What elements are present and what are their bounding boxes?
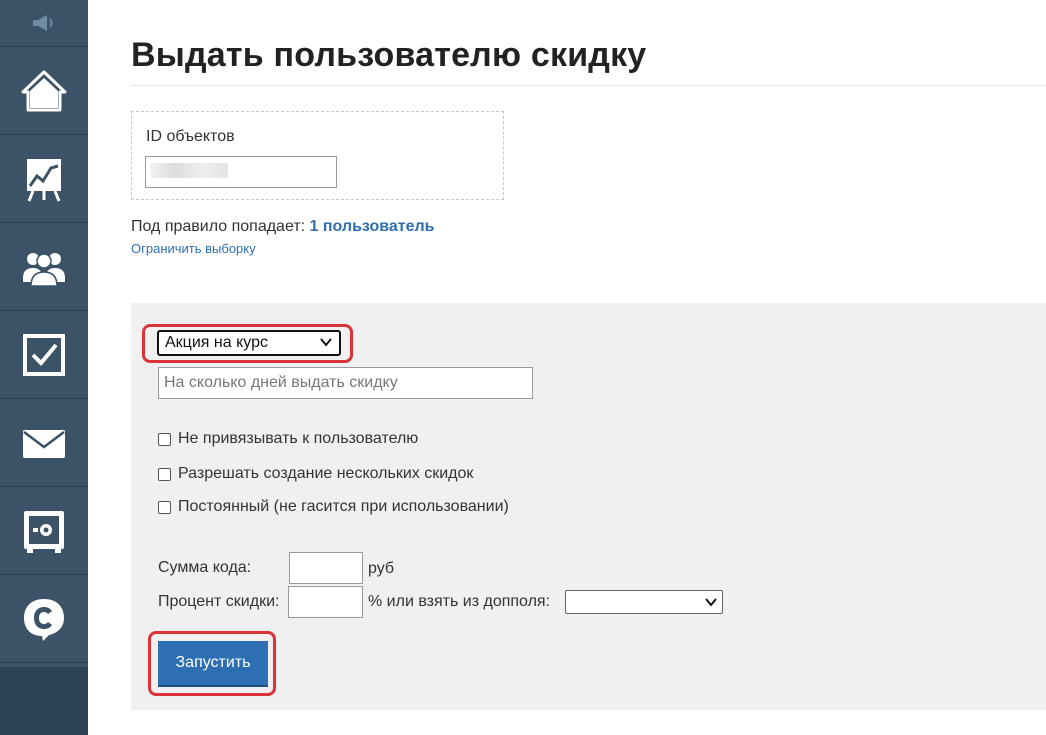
mail-icon (23, 429, 65, 458)
unbind-user-checkbox[interactable] (158, 432, 171, 446)
run-button[interactable]: Запустить (158, 641, 268, 685)
amount-input[interactable] (289, 552, 363, 584)
chevron-down-icon (320, 338, 332, 347)
percent-suffix: % или взять из допполя: (368, 593, 551, 610)
sidebar-item-users[interactable] (0, 223, 88, 311)
amount-label: Сумма кода: (158, 559, 252, 576)
checkbox-row-permanent[interactable]: Постоянный (не гасится при использовании… (158, 498, 509, 516)
rule-summary-label: Под правило попадает: (131, 218, 306, 235)
discount-days-input[interactable]: На сколько дней выдать скидку (158, 367, 533, 399)
object-ids-label: ID объектов (146, 128, 235, 145)
extra-field-select[interactable] (565, 590, 723, 614)
sidebar-item-chat[interactable] (0, 575, 88, 663)
checkbox-row-unbind[interactable]: Не привязывать к пользователю (158, 430, 418, 448)
sidebar-item-messages[interactable] (0, 399, 88, 487)
amount-unit: руб (368, 560, 395, 577)
sidebar-item-sales[interactable] (0, 487, 88, 575)
sidebar-footer (0, 667, 88, 735)
redacted-value (150, 163, 228, 178)
allow-multiple-label: Разрешать создание нескольких скидок (178, 465, 474, 482)
rule-summary: Под правило попадает: 1 пользователь (131, 218, 435, 236)
sidebar-item-tasks[interactable] (0, 311, 88, 399)
sidebar-item-announcements[interactable] (0, 0, 88, 47)
unbind-user-label: Не привязывать к пользователю (178, 430, 419, 447)
safe-icon (24, 510, 64, 553)
users-count-link[interactable]: 1 пользователь (310, 218, 435, 235)
sidebar-item-home[interactable] (0, 47, 88, 135)
percent-input[interactable] (288, 586, 363, 618)
discount-type-select[interactable]: Акция на курс (157, 330, 341, 356)
sidebar (0, 0, 88, 735)
home-icon (21, 70, 67, 111)
chat-logo-icon (24, 598, 64, 641)
checkbox-icon (23, 333, 65, 376)
chart-board-icon (27, 158, 61, 202)
permanent-label: Постоянный (не гасится при использовании… (178, 498, 509, 515)
checkbox-row-multiple[interactable]: Разрешать создание нескольких скидок (158, 465, 473, 483)
chevron-down-icon (705, 598, 717, 607)
users-icon (23, 252, 65, 287)
discount-type-value: Акция на курс (165, 334, 268, 351)
percent-label: Процент скидки: (158, 593, 280, 610)
object-ids-box: ID объектов (131, 111, 504, 200)
title-divider (131, 85, 1046, 86)
object-ids-input[interactable] (145, 156, 337, 188)
allow-multiple-checkbox[interactable] (158, 467, 171, 481)
permanent-checkbox[interactable] (158, 500, 171, 514)
megaphone-icon (33, 15, 53, 31)
sidebar-item-analytics[interactable] (0, 135, 88, 223)
limit-selection-link[interactable]: Ограничить выборку (131, 241, 256, 256)
page-title: Выдать пользователю скидку (131, 36, 647, 74)
